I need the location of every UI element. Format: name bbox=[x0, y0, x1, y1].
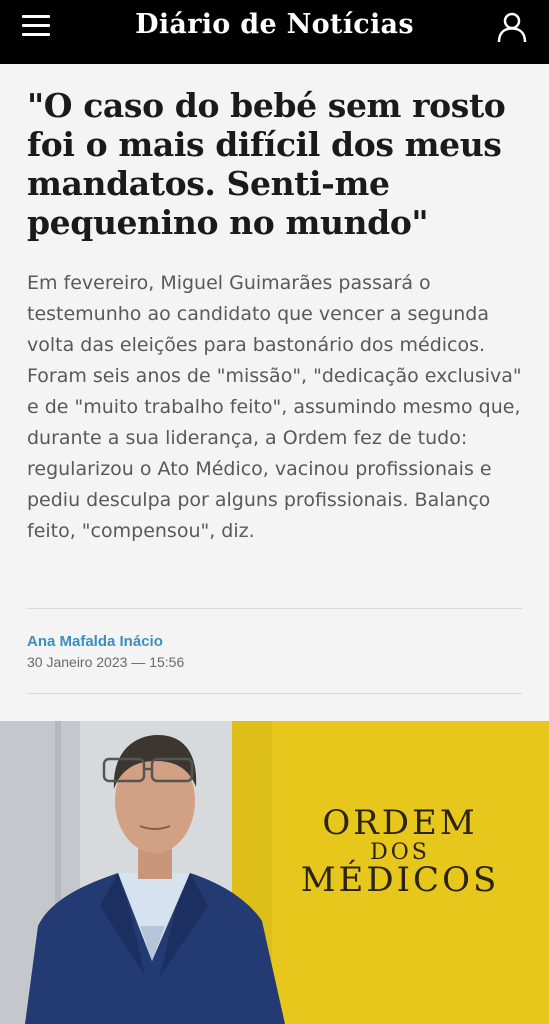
article-lead: Em fevereiro, Miguel Guimarães passará o… bbox=[27, 272, 522, 542]
author-link[interactable]: Ana Mafalda Inácio bbox=[27, 633, 163, 650]
sign-text-line3: MÉDICOS bbox=[301, 859, 500, 900]
divider bbox=[27, 608, 522, 609]
article-header: "O caso do bebé sem rosto foi o mais dif… bbox=[27, 86, 527, 547]
publish-date: 30 Janeiro 2023 — 15:56 bbox=[27, 654, 185, 670]
site-logo[interactable]: Diário de Notícias bbox=[0, 9, 549, 40]
divider bbox=[27, 693, 522, 694]
top-navigation-bar: Diário de Notícias bbox=[0, 0, 549, 64]
article-photo: ORDEM DOS MÉDICOS bbox=[0, 721, 549, 1024]
article-headline: "O caso do bebé sem rosto foi o mais dif… bbox=[27, 86, 506, 242]
sign-text-line1: ORDEM bbox=[322, 803, 477, 843]
user-account-icon[interactable] bbox=[496, 11, 528, 43]
